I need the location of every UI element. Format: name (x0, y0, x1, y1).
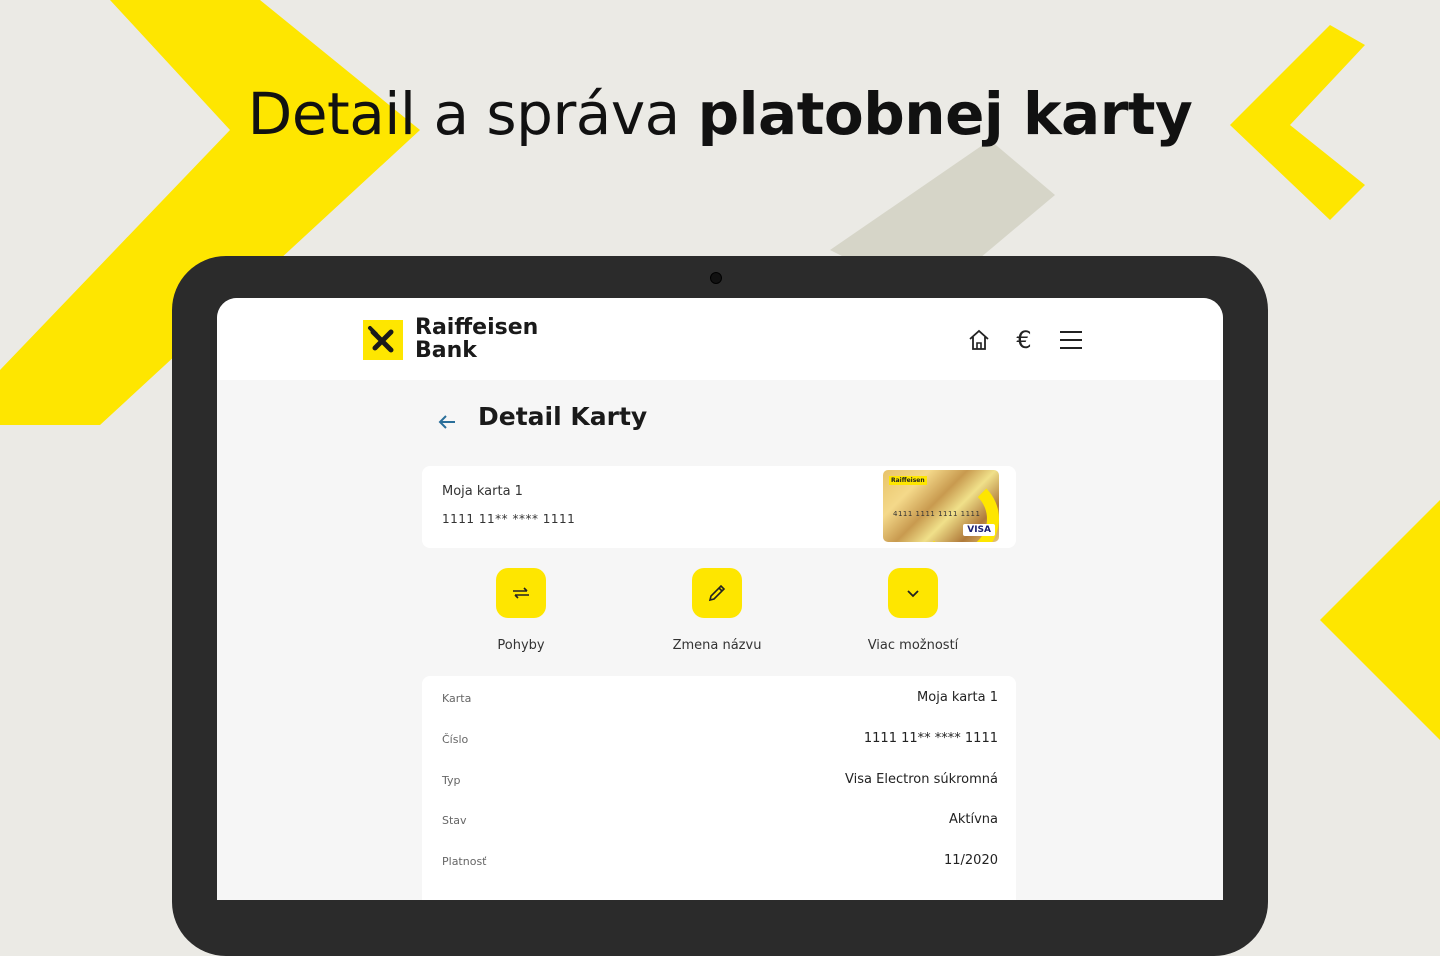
transfer-arrows-icon (513, 587, 529, 599)
detail-row-typ: Typ Visa Electron súkromná (422, 770, 1016, 794)
arrow-left-icon[interactable] (435, 410, 459, 434)
card-details-panel: Karta Moja karta 1 Číslo 1111 11** **** … (422, 676, 1016, 900)
detail-row-stav: Stav Aktívna (422, 810, 1016, 834)
brand-name: Raiffeisen Bank (415, 316, 538, 362)
detail-value: Moja karta 1 (917, 690, 998, 705)
detail-row-cislo: Číslo 1111 11** **** 1111 (422, 729, 1016, 753)
brand-name-line2: Bank (415, 338, 477, 363)
chevron-down-icon (907, 590, 919, 598)
hamburger-menu-icon[interactable] (1057, 326, 1085, 354)
action-label: Zmena názvu (672, 638, 762, 653)
action-zmena-nazvu[interactable]: Zmena názvu (637, 568, 797, 653)
detail-label: Typ (442, 774, 461, 787)
card-summary-tile[interactable]: Moja karta 1 1111 11** **** 1111 Raiffei… (422, 466, 1016, 548)
action-pohyby[interactable]: Pohyby (441, 568, 601, 653)
card-number: 1111 11** **** 1111 (442, 512, 576, 526)
card-image-digits: 4111 1111 1111 1111 (893, 510, 981, 518)
detail-value: Visa Electron súkromná (845, 772, 998, 787)
more-options-button[interactable] (888, 568, 938, 618)
visa-logo: VISA (963, 524, 995, 536)
payment-card-image: Raiffeisen 4111 1111 1111 1111 VISA (883, 470, 999, 542)
page-title: Detail Karty (478, 402, 648, 431)
yellow-chevron-right-bottom-shape (1320, 500, 1440, 740)
detail-value: 1111 11** **** 1111 (863, 731, 998, 746)
rename-button[interactable] (692, 568, 742, 618)
detail-label: Stav (442, 814, 467, 827)
detail-row-platnost: Platnosť 11/2020 (422, 851, 1016, 875)
tablet-screen: Raiffeisen Bank € Detail Karty Moja kart… (217, 298, 1223, 900)
detail-label: Platnosť (442, 855, 487, 868)
detail-row-karta: Karta Moja karta 1 (422, 688, 1016, 712)
tablet-camera (710, 272, 722, 284)
detail-value: 11/2020 (943, 853, 998, 868)
card-image-bank-logo: Raiffeisen (889, 476, 927, 485)
action-label: Pohyby (497, 638, 545, 653)
detail-label: Číslo (442, 733, 469, 746)
action-label: Viac možností (867, 638, 959, 653)
page-headline: Detail a správa platobnej karty (0, 80, 1440, 148)
headline-bold-text: platobnej karty (697, 80, 1193, 148)
brand-name-line1: Raiffeisen (415, 315, 539, 340)
euro-icon[interactable]: € (1010, 326, 1038, 354)
detail-label: Karta (442, 692, 472, 705)
action-viac-moznosti[interactable]: Viac možností (833, 568, 993, 653)
home-icon[interactable] (965, 326, 993, 354)
raiffeisen-logo-icon[interactable] (363, 320, 403, 360)
card-name: Moja karta 1 (442, 484, 523, 499)
pohyby-button[interactable] (496, 568, 546, 618)
pencil-icon (708, 584, 726, 602)
headline-light-text: Detail a správa (247, 80, 681, 148)
top-navigation-bar: Raiffeisen Bank € (217, 298, 1223, 380)
detail-value: Aktívna (948, 812, 998, 827)
